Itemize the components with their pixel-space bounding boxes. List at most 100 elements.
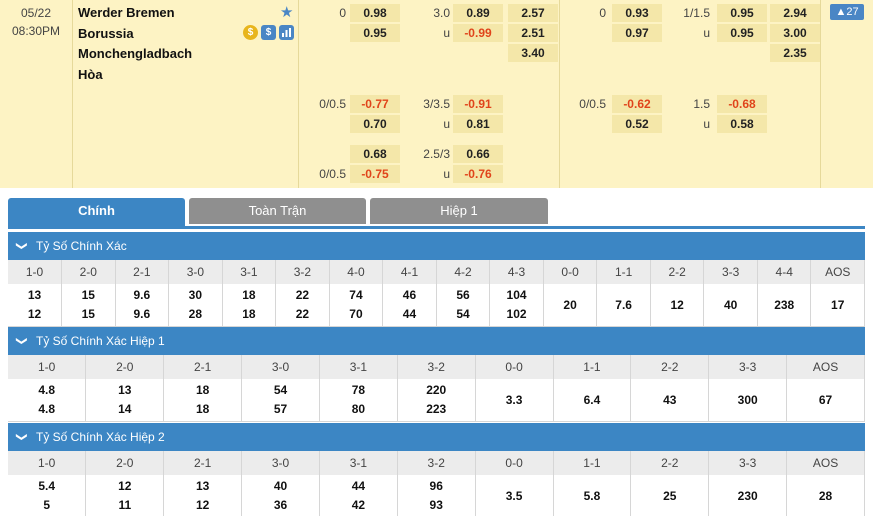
score-odds-cell[interactable]: 40: [703, 284, 758, 327]
score-odds-cell[interactable]: 7.6: [596, 284, 651, 327]
odds-cell[interactable]: 0.98: [350, 4, 400, 22]
tab-main[interactable]: Chính: [8, 198, 185, 227]
score-odds-value: 4.8: [38, 383, 56, 398]
chevron-down-icon[interactable]: ❯: [8, 241, 36, 250]
score-odds-value: 13: [195, 479, 210, 494]
odds-cell[interactable]: 0.89: [453, 4, 503, 22]
dollar-icon[interactable]: $: [261, 25, 276, 40]
score-odds-cell[interactable]: 15 15: [61, 284, 116, 327]
home-team[interactable]: Werder Bremen: [78, 5, 175, 20]
score-odds-value: 43: [663, 392, 677, 407]
score-odds-cell[interactable]: 18 18: [163, 379, 243, 422]
odds-cell[interactable]: 0.68: [350, 145, 400, 163]
score-odds-cell[interactable]: 9.6 9.6: [115, 284, 170, 327]
score-odds-cell[interactable]: 13 14: [85, 379, 165, 422]
score-header: 3-0: [168, 260, 223, 284]
odds-cell[interactable]: 2.57: [508, 4, 558, 22]
odds-cell[interactable]: 0.81: [453, 115, 503, 133]
score-odds-cell[interactable]: 4.8 4.8: [8, 379, 87, 422]
tab-first-half[interactable]: Hiệp 1: [370, 198, 548, 224]
score-odds-value: 54: [456, 307, 470, 322]
score-odds-cell[interactable]: 13 12: [163, 475, 243, 516]
score-header: 3-1: [319, 451, 398, 475]
odds-cell[interactable]: -0.62: [612, 95, 662, 113]
score-odds-cell[interactable]: 230: [708, 475, 788, 516]
section-header-correct-score[interactable]: ❯ Tỷ Số Chính Xác: [8, 232, 865, 260]
section-header-correct-score-h1[interactable]: ❯ Tỷ Số Chính Xác Hiệp 1: [8, 327, 865, 355]
section-header-correct-score-h2[interactable]: ❯ Tỷ Số Chính Xác Hiệp 2: [8, 423, 865, 451]
odds-cell[interactable]: 2.94: [770, 4, 820, 22]
coin-icon[interactable]: $: [243, 25, 258, 40]
odds-cell[interactable]: -0.76: [453, 165, 503, 183]
odds-cell[interactable]: 2.35: [770, 44, 820, 62]
away-team-line2[interactable]: Monchengladbach: [78, 46, 192, 61]
tab-full-match[interactable]: Toàn Trận: [189, 198, 366, 224]
more-markets-badge[interactable]: ▲27: [830, 4, 864, 20]
score-header: 4-4: [757, 260, 812, 284]
score-odds-cell[interactable]: 3.5: [475, 475, 554, 516]
score-odds-cell[interactable]: 22 22: [275, 284, 330, 327]
score-odds-value: 5.4: [38, 479, 56, 494]
score-odds-cell[interactable]: 43: [630, 379, 710, 422]
score-odds-cell[interactable]: 12 11: [85, 475, 165, 516]
score-odds-cell[interactable]: 20: [543, 284, 598, 327]
odds-cell[interactable]: 0.95: [350, 24, 400, 42]
score-odds-cell[interactable]: 220 223: [397, 379, 476, 422]
chevron-down-icon[interactable]: ❯: [8, 336, 36, 345]
score-odds-cell[interactable]: 6.4: [553, 379, 632, 422]
score-odds-value: 28: [818, 488, 833, 503]
score-odds-cell[interactable]: 18 18: [222, 284, 277, 327]
score-odds-cell[interactable]: 5.4 5: [8, 475, 87, 516]
odds-cell[interactable]: -0.91: [453, 95, 503, 113]
score-odds-cell[interactable]: 78 80: [319, 379, 398, 422]
odds-cell[interactable]: 0.70: [350, 115, 400, 133]
score-header: 3-3: [708, 355, 788, 379]
stats-icon[interactable]: [279, 25, 294, 40]
odds-cell[interactable]: 0.95: [717, 24, 767, 42]
score-odds-cell[interactable]: 40 36: [241, 475, 320, 516]
score-odds-value: 5.8: [583, 488, 601, 503]
odds-cell[interactable]: 0.95: [717, 4, 767, 22]
odds-cell[interactable]: 0.66: [453, 145, 503, 163]
score-odds-cell[interactable]: 74 70: [329, 284, 384, 327]
odds-cell[interactable]: -0.99: [453, 24, 503, 42]
score-odds-cell[interactable]: 12: [650, 284, 705, 327]
odds-cell[interactable]: 2.51: [508, 24, 558, 42]
score-odds-value: 80: [351, 402, 366, 417]
score-odds-value: 70: [349, 307, 363, 322]
score-odds-cell[interactable]: 28: [786, 475, 865, 516]
score-odds-cell[interactable]: 25: [630, 475, 710, 516]
score-odds-cell[interactable]: 300: [708, 379, 788, 422]
odds-cell[interactable]: 3.40: [508, 44, 558, 62]
odds-cell[interactable]: 3.00: [770, 24, 820, 42]
score-odds-cell[interactable]: 104 102: [489, 284, 544, 327]
score-odds-cell[interactable]: 13 12: [8, 284, 63, 327]
chevron-down-icon[interactable]: ❯: [8, 432, 36, 441]
star-icon[interactable]: ★: [280, 3, 293, 21]
score-odds-cell[interactable]: 17: [810, 284, 865, 327]
score-odds-value: 12: [118, 479, 132, 494]
odds-cell[interactable]: 0.93: [612, 4, 662, 22]
score-odds-cell[interactable]: 238: [757, 284, 812, 327]
odds-cell[interactable]: -0.77: [350, 95, 400, 113]
score-odds-cell[interactable]: 30 28: [168, 284, 223, 327]
score-odds-cell[interactable]: 54 57: [241, 379, 320, 422]
score-odds-cell[interactable]: 56 54: [436, 284, 491, 327]
score-odds-cell[interactable]: 3.3: [475, 379, 554, 422]
odds-cell[interactable]: -0.68: [717, 95, 767, 113]
score-odds-cell[interactable]: 46 44: [382, 284, 437, 327]
score-odds-cell[interactable]: 5.8: [553, 475, 632, 516]
score-odds-value: 102: [506, 307, 527, 322]
over-under-line: u: [443, 117, 450, 131]
odds-cell[interactable]: -0.75: [350, 165, 400, 183]
odds-cell[interactable]: 0.97: [612, 24, 662, 42]
away-team-line1[interactable]: Borussia: [78, 26, 134, 41]
score-odds-cell[interactable]: 96 93: [397, 475, 476, 516]
correct-score-table: 1-0 2-0 2-1 3-0 3-1 3-2 4-0 4-1 4-2 4-3 0-0 1-1 2-2 3…: [8, 260, 865, 327]
score-header: AOS: [786, 451, 865, 475]
score-odds-cell[interactable]: 44 42: [319, 475, 398, 516]
score-odds-cell[interactable]: 67: [786, 379, 865, 422]
odds-cell[interactable]: 0.52: [612, 115, 662, 133]
odds-cell[interactable]: 0.58: [717, 115, 767, 133]
score-header: 3-1: [222, 260, 277, 284]
